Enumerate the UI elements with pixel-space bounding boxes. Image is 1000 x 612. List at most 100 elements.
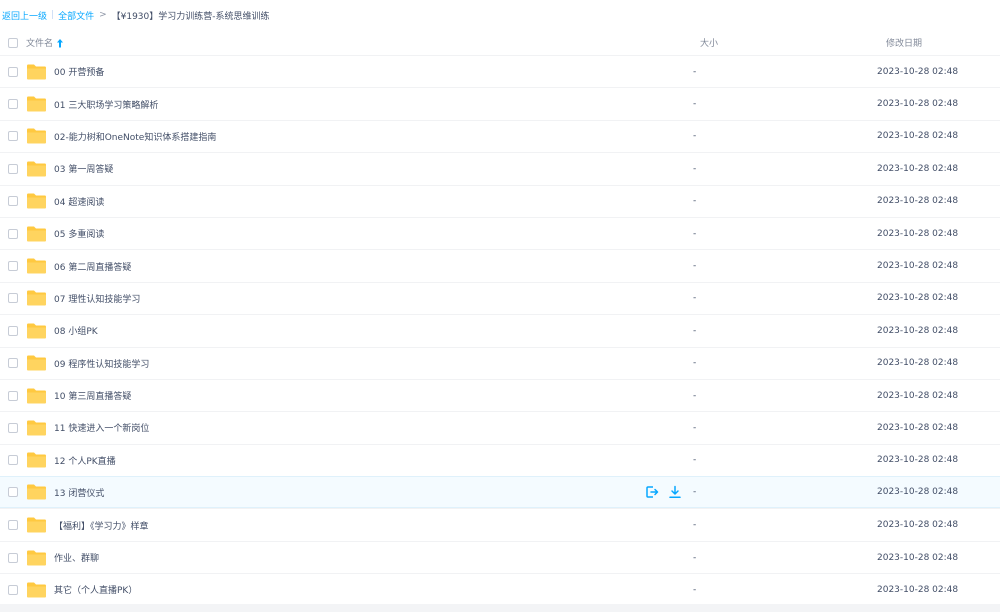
file-name[interactable]: 05 多重阅读 xyxy=(54,227,104,240)
row-checkbox[interactable] xyxy=(8,455,18,466)
file-modified-date: 2023-10-28 02:48 xyxy=(877,196,959,207)
all-files-link[interactable]: 全部文件 xyxy=(58,9,94,22)
row-checkbox[interactable] xyxy=(8,552,18,563)
file-row[interactable]: 06 第二周直播答疑 - 2023-10-28 02:48 xyxy=(0,249,1000,281)
file-row[interactable]: 其它（个人直播PK） - 2023-10-28 02:48 xyxy=(0,573,1000,605)
folder-icon xyxy=(26,387,47,404)
file-name[interactable]: 【福利】《学习力》样章 xyxy=(54,519,149,532)
folder-icon xyxy=(26,63,47,80)
file-row[interactable]: 09 程序性认知技能学习 - 2023-10-28 02:48 xyxy=(0,346,1000,379)
file-name[interactable]: 03 第一周答疑 xyxy=(54,162,113,175)
folder-icon xyxy=(26,128,47,145)
column-header-modified[interactable]: 修改日期 xyxy=(886,36,922,49)
file-name[interactable]: 06 第二周直播答疑 xyxy=(54,260,131,273)
file-size: - xyxy=(693,131,697,142)
arrow-up-icon[interactable] xyxy=(56,38,64,48)
row-actions xyxy=(645,485,682,499)
row-checkbox[interactable] xyxy=(8,66,18,77)
file-name[interactable]: 09 程序性认知技能学习 xyxy=(54,357,149,370)
file-size: - xyxy=(693,66,697,77)
row-checkbox[interactable] xyxy=(8,228,18,239)
file-name[interactable]: 11 快速进入一个新岗位 xyxy=(54,421,149,434)
folder-icon xyxy=(26,160,47,177)
file-modified-date: 2023-10-28 02:48 xyxy=(877,66,959,77)
file-size: - xyxy=(693,261,697,272)
file-name[interactable]: 00 开营预备 xyxy=(54,65,104,78)
file-row[interactable]: 00 开营预备 - 2023-10-28 02:48 xyxy=(0,55,1000,87)
file-name[interactable]: 04 超速阅读 xyxy=(54,195,104,208)
folder-icon xyxy=(26,290,47,307)
file-name[interactable]: 13 闭营仪式 xyxy=(54,486,104,499)
file-name[interactable]: 10 第三周直播答疑 xyxy=(54,389,131,402)
file-row[interactable]: 02-能力树和OneNote知识体系搭建指南 - 2023-10-28 02:48 xyxy=(0,119,1000,152)
file-name[interactable]: 12 个人PK直播 xyxy=(54,454,116,467)
file-modified-date: 2023-10-28 02:48 xyxy=(877,390,959,401)
bottom-scroll-area xyxy=(0,604,1000,612)
file-row[interactable]: 07 理性认知技能学习 - 2023-10-28 02:48 xyxy=(0,281,1000,314)
file-row[interactable]: 11 快速进入一个新岗位 - 2023-10-28 02:48 xyxy=(0,411,1000,443)
file-modified-date: 2023-10-28 02:48 xyxy=(877,293,959,304)
file-size: - xyxy=(693,196,697,207)
file-row[interactable]: 03 第一周答疑 - 2023-10-28 02:48 xyxy=(0,152,1000,184)
share-exit-icon[interactable] xyxy=(645,485,659,499)
file-size: - xyxy=(693,99,697,110)
folder-icon xyxy=(26,96,47,113)
file-modified-date: 2023-10-28 02:48 xyxy=(877,325,959,336)
file-row[interactable]: 【福利】《学习力》样章 - 2023-10-28 02:48 xyxy=(0,508,1000,540)
file-size: - xyxy=(693,358,697,369)
file-name[interactable]: 作业、群聊 xyxy=(54,551,99,564)
folder-icon xyxy=(26,517,47,534)
file-size: - xyxy=(693,584,697,595)
row-checkbox[interactable] xyxy=(8,584,18,595)
row-checkbox[interactable] xyxy=(8,196,18,207)
file-modified-date: 2023-10-28 02:48 xyxy=(877,520,959,531)
file-size: - xyxy=(693,422,697,433)
row-checkbox[interactable] xyxy=(8,390,18,401)
folder-icon xyxy=(26,322,47,339)
file-row[interactable]: 05 多重阅读 - 2023-10-28 02:48 xyxy=(0,216,1000,249)
file-modified-date: 2023-10-28 02:48 xyxy=(877,99,959,110)
row-checkbox[interactable] xyxy=(8,487,18,498)
file-row[interactable]: 08 小组PK - 2023-10-28 02:48 xyxy=(0,314,1000,346)
row-checkbox[interactable] xyxy=(8,293,18,304)
row-checkbox[interactable] xyxy=(8,163,18,174)
folder-icon xyxy=(26,258,47,275)
select-all-checkbox[interactable] xyxy=(8,37,18,48)
file-modified-date: 2023-10-28 02:48 xyxy=(877,552,959,563)
file-name[interactable]: 02-能力树和OneNote知识体系搭建指南 xyxy=(54,130,216,143)
file-size: - xyxy=(693,487,697,498)
file-row[interactable]: 作业、群聊 - 2023-10-28 02:48 xyxy=(0,540,1000,573)
file-name[interactable]: 08 小组PK xyxy=(54,324,98,337)
file-row[interactable]: 12 个人PK直播 - 2023-10-28 02:48 xyxy=(0,443,1000,476)
row-checkbox[interactable] xyxy=(8,520,18,531)
file-modified-date: 2023-10-28 02:48 xyxy=(877,163,959,174)
row-checkbox[interactable] xyxy=(8,422,18,433)
file-modified-date: 2023-10-28 02:48 xyxy=(877,487,959,498)
file-size: - xyxy=(693,325,697,336)
row-checkbox[interactable] xyxy=(8,131,18,142)
file-row[interactable]: 04 超速阅读 - 2023-10-28 02:48 xyxy=(0,184,1000,217)
file-size: - xyxy=(693,163,697,174)
folder-icon xyxy=(26,193,47,210)
folder-icon xyxy=(26,484,47,501)
file-row[interactable]: 13 闭营仪式 - 2023-10-28 02:48 xyxy=(0,476,1000,509)
column-header-name[interactable]: 文件名 xyxy=(26,36,64,49)
file-row[interactable]: 10 第三周直播答疑 - 2023-10-28 02:48 xyxy=(0,378,1000,411)
row-checkbox[interactable] xyxy=(8,99,18,110)
download-icon[interactable] xyxy=(668,485,682,499)
file-modified-date: 2023-10-28 02:48 xyxy=(877,422,959,433)
file-list: 00 开营预备 - 2023-10-28 02:48 01 三大职场学习策略解析 - 20… xyxy=(0,55,1000,606)
file-name[interactable]: 01 三大职场学习策略解析 xyxy=(54,98,158,111)
file-row[interactable]: 01 三大职场学习策略解析 - 2023-10-28 02:48 xyxy=(0,87,1000,119)
file-modified-date: 2023-10-28 02:48 xyxy=(877,131,959,142)
row-checkbox[interactable] xyxy=(8,325,18,336)
file-name[interactable]: 07 理性认知技能学习 xyxy=(54,292,140,305)
back-link[interactable]: 返回上一级 xyxy=(2,9,47,22)
file-name[interactable]: 其它（个人直播PK） xyxy=(54,583,137,596)
row-checkbox[interactable] xyxy=(8,261,18,272)
column-header-size[interactable]: 大小 xyxy=(700,36,718,49)
current-folder-title: 【¥1930】学习力训练营-系统思维训练 xyxy=(111,11,270,22)
row-checkbox[interactable] xyxy=(8,358,18,369)
file-size: - xyxy=(693,390,697,401)
folder-icon xyxy=(26,581,47,598)
